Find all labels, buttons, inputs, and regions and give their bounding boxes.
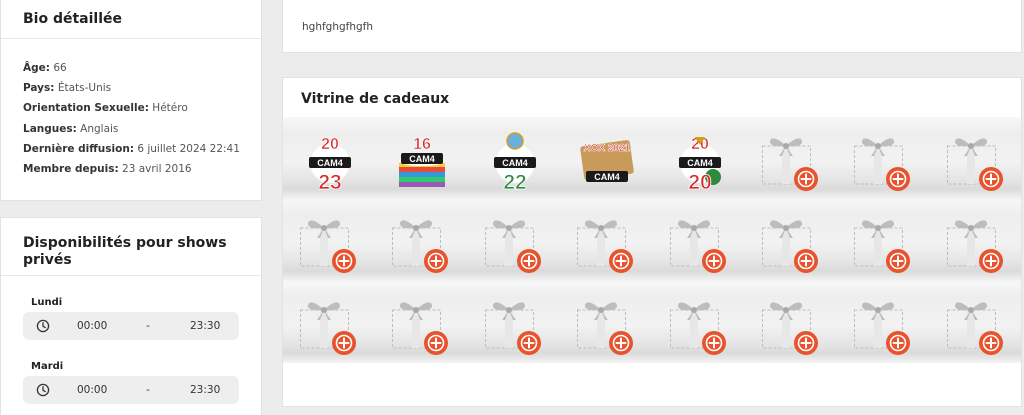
bio-row-age: Âge: 66	[23, 62, 67, 74]
empty-gift-box-add-icon[interactable]	[946, 216, 1008, 276]
bio-row-member-since: Membre depuis: 23 avril 2016	[23, 163, 192, 176]
bio-row-languages: Langues: Anglais	[23, 122, 119, 135]
empty-gift-box-add-icon[interactable]	[484, 298, 546, 358]
svg-text:CAM4: CAM4	[502, 158, 528, 168]
slot-separator: -	[146, 384, 150, 396]
empty-gift-box-add-icon[interactable]	[761, 216, 823, 276]
svg-text:CAM4: CAM4	[317, 158, 343, 168]
cam4-2020-christmas-gift-icon[interactable]: 20CAM420	[665, 127, 735, 197]
bio-list: Âge: 66 Pays: États-Unis Orientation Sex…	[1, 39, 261, 179]
empty-gift-box-add-icon[interactable]	[576, 298, 638, 358]
cam4-2021-xox-gift-icon[interactable]: XOX 2021 CAM4	[572, 127, 642, 197]
bio-row-last-broadcast: Dernière diffusion: 6 juillet 2024 22:41	[23, 142, 240, 155]
gift-showcase-title: Vitrine de cadeaux	[301, 91, 450, 107]
empty-gift-box-add-icon[interactable]	[576, 216, 638, 276]
bio-card: Bio détaillée Âge: 66 Pays: États-Unis O…	[0, 0, 262, 201]
slot-end: 23:30	[190, 320, 221, 332]
empty-gift-box-add-icon[interactable]	[669, 298, 731, 358]
time-slot: 00:00 - 23:30	[23, 376, 239, 404]
svg-text:CAM4: CAM4	[409, 154, 435, 164]
availability-card: Disponibilités pour shows privés Lundi 0…	[0, 217, 262, 415]
svg-text:23: 23	[318, 171, 341, 194]
time-slot: 00:00 - 23:30	[23, 312, 239, 340]
empty-gift-box-add-icon[interactable]	[853, 216, 915, 276]
empty-gift-box-add-icon[interactable]	[391, 298, 453, 358]
slot-separator: -	[146, 320, 150, 332]
day-name: Lundi	[31, 297, 63, 308]
empty-gift-box-add-icon[interactable]	[299, 298, 361, 358]
availability-title: Disponibilités pour shows privés	[1, 218, 261, 276]
bio-row-country: Pays: États-Unis	[23, 82, 112, 95]
clock-icon	[36, 319, 50, 333]
about-card: hghfghgfhgfh	[282, 0, 1022, 53]
svg-text:CAM4: CAM4	[594, 172, 620, 182]
svg-text:XOX 2021: XOX 2021	[584, 143, 631, 154]
empty-gift-box-add-icon[interactable]	[484, 216, 546, 276]
svg-text:20: 20	[321, 136, 339, 153]
bio-title: Bio détaillée	[1, 0, 261, 39]
clock-icon	[36, 383, 50, 397]
empty-gift-box-add-icon[interactable]	[853, 134, 915, 194]
svg-text:22: 22	[503, 171, 526, 194]
slot-start: 00:00	[77, 320, 108, 332]
empty-gift-box-add-icon[interactable]	[299, 216, 361, 276]
empty-gift-box-add-icon[interactable]	[391, 216, 453, 276]
empty-gift-box-add-icon[interactable]	[946, 134, 1008, 194]
day-tuesday: Mardi 00:00 - 23:30	[1, 340, 261, 404]
empty-gift-box-add-icon[interactable]	[853, 298, 915, 358]
cam4-2023-anniversary-gift-icon[interactable]: 20 CAM4 23	[295, 127, 365, 197]
about-text: hghfghgfhgfh	[302, 21, 374, 33]
empty-gift-box-add-icon[interactable]	[761, 298, 823, 358]
svg-text:16: 16	[413, 136, 431, 153]
bio-row-orientation: Orientation Sexuelle: Hétéro	[23, 102, 188, 115]
slot-start: 00:00	[77, 384, 108, 396]
empty-gift-box-add-icon[interactable]	[669, 216, 731, 276]
gift-showcase-card: Vitrine de cadeaux 20 CAM4 23 16 CAM4 CAM4 22 X…	[282, 77, 1022, 407]
slot-end: 23:30	[190, 384, 221, 396]
cam4-birthday-cake-gift-icon[interactable]: 16 CAM4	[387, 127, 457, 197]
cam4-2022-christmas-gift-icon[interactable]: CAM4 22	[480, 127, 550, 197]
svg-text:CAM4: CAM4	[687, 158, 713, 168]
day-name: Mardi	[31, 361, 64, 372]
day-monday: Lundi 00:00 - 23:30	[1, 276, 261, 340]
empty-gift-box-add-icon[interactable]	[761, 134, 823, 194]
empty-gift-box-add-icon[interactable]	[946, 298, 1008, 358]
svg-text:20: 20	[688, 171, 711, 194]
